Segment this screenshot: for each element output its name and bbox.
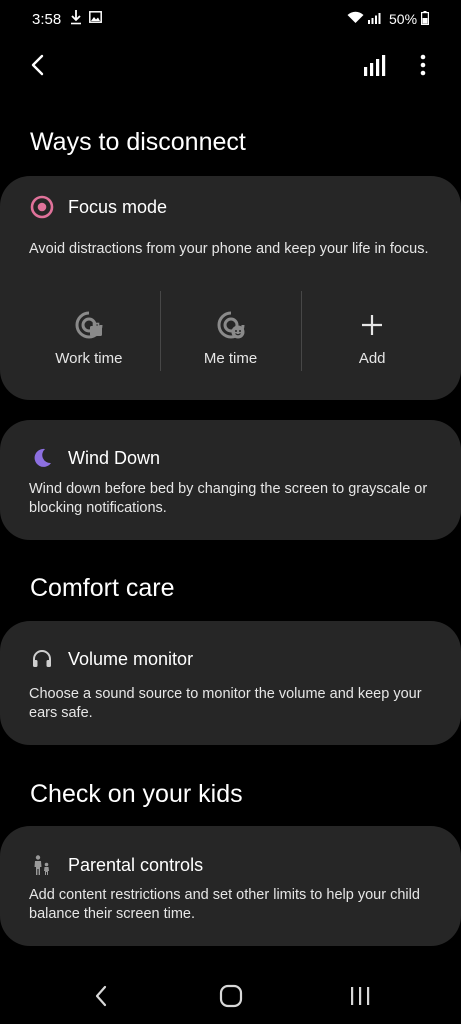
- me-time-label: Me time: [203, 350, 258, 367]
- more-options-icon[interactable]: [411, 52, 435, 78]
- navigation-bar: [0, 970, 461, 1024]
- work-time-option[interactable]: Work time: [18, 288, 160, 370]
- nav-back-icon[interactable]: [92, 984, 110, 1008]
- status-time: 3:58: [32, 11, 62, 28]
- volume-monitor-title: Volume monitor: [68, 648, 194, 669]
- work-time-icon: [74, 310, 104, 340]
- parental-controls-title: Parental controls: [68, 854, 204, 875]
- battery-percent: 50%: [389, 11, 418, 27]
- parent-child-icon: [29, 852, 55, 878]
- volume-monitor-header: Volume monitor: [29, 644, 193, 674]
- add-label: Add: [358, 350, 386, 367]
- focus-mode-header: Focus mode: [29, 192, 167, 222]
- nav-recents-icon[interactable]: [348, 985, 372, 1007]
- focus-mode-card[interactable]: Focus mode Avoid distractions from your …: [0, 176, 461, 400]
- volume-monitor-card[interactable]: Volume monitor Choose a sound source to …: [0, 621, 461, 745]
- volume-monitor-description: Choose a sound source to monitor the vol…: [29, 686, 422, 721]
- wifi-icon: [347, 11, 364, 23]
- focus-mode-description: Avoid distractions from your phone and k…: [29, 241, 429, 257]
- me-time-icon: [216, 310, 246, 340]
- battery-icon: [421, 11, 429, 25]
- headphones-icon: [29, 646, 55, 672]
- focus-target-icon: [29, 194, 55, 220]
- signal-icon: [368, 13, 381, 24]
- wind-down-card[interactable]: Wind Down Wind down before bed by changi…: [0, 420, 461, 540]
- image-notification-icon: [89, 11, 102, 23]
- parental-controls-description: Add content restrictions and set other l…: [29, 887, 420, 922]
- focus-mode-options: Work time Me time Add: [18, 288, 443, 371]
- add-focus-option[interactable]: Add: [301, 288, 443, 371]
- section-title-comfort-care: Comfort care: [30, 574, 175, 602]
- wind-down-header: Wind Down: [29, 443, 160, 473]
- parental-controls-card[interactable]: Parental controls Add content restrictio…: [0, 826, 461, 946]
- moon-icon: [29, 445, 55, 471]
- work-time-label: Work time: [55, 350, 123, 367]
- me-time-option[interactable]: Me time: [159, 288, 302, 371]
- bar-chart-icon[interactable]: [362, 52, 388, 78]
- parental-controls-header: Parental controls: [29, 850, 203, 880]
- download-icon: [71, 10, 81, 25]
- status-bar: 3:58 50%: [0, 0, 461, 38]
- plus-icon: [357, 310, 387, 340]
- section-title-ways-to-disconnect: Ways to disconnect: [30, 128, 246, 156]
- back-arrow-icon[interactable]: [26, 50, 52, 80]
- focus-mode-title: Focus mode: [68, 196, 168, 217]
- nav-home-icon[interactable]: [219, 984, 243, 1008]
- section-title-check-on-kids: Check on your kids: [30, 780, 243, 808]
- wind-down-description: Wind down before bed by changing the scr…: [29, 481, 428, 516]
- wind-down-title: Wind Down: [68, 447, 161, 468]
